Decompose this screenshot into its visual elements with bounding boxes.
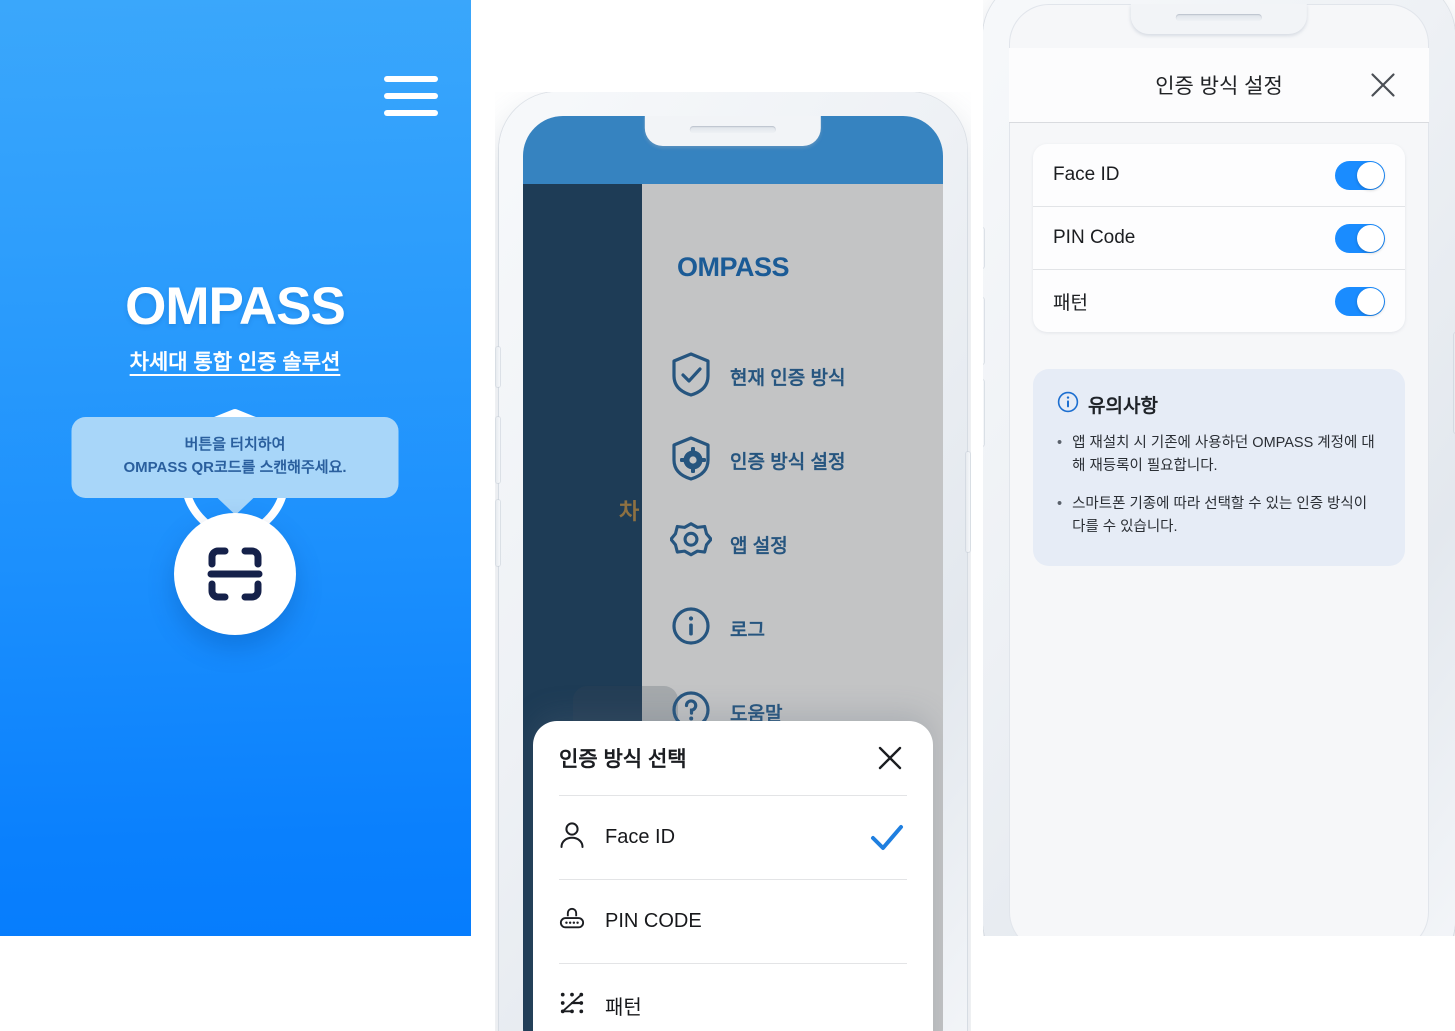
pattern-icon [559, 989, 585, 1022]
page-header: 인증 방식 설정 [1009, 48, 1429, 123]
earpiece-speaker [1175, 14, 1262, 21]
drawer-item-log[interactable]: 로그 [670, 586, 943, 670]
phone-3-notch [1130, 4, 1308, 34]
auth-option-label: Face ID [605, 826, 676, 848]
auth-option-pattern[interactable]: 패턴 [559, 963, 907, 1031]
notice-header: 유의사항 [1057, 391, 1381, 418]
check-icon [867, 818, 907, 858]
hamburger-bar-1 [384, 76, 438, 82]
bottom-sheet-header: 인증 방식 선택 [559, 721, 907, 795]
volume-up-button[interactable] [983, 298, 984, 364]
info-circle-icon [1057, 391, 1079, 418]
toggle-knob [1357, 161, 1384, 189]
scan-hint-line-2: OMPASS QR코드를 스캔해주세요. [123, 458, 347, 476]
drawer-item-label: 현재 인증 방식 [730, 367, 846, 389]
setting-row-pattern[interactable]: 패턴 [1033, 269, 1405, 332]
person-icon [559, 821, 585, 854]
hamburger-bar-3 [384, 110, 438, 116]
drawer-item-label: 앱 설정 [730, 535, 788, 557]
shield-check-icon [670, 351, 712, 402]
toggle-knob [1357, 224, 1384, 252]
close-icon[interactable] [873, 741, 907, 775]
scan-hint-line-1: 버튼을 터치하여 [184, 436, 286, 453]
notice-title: 유의사항 [1088, 396, 1158, 417]
close-icon[interactable] [1363, 65, 1403, 105]
volume-up-button[interactable] [496, 417, 500, 483]
bullet-marker: • [1057, 495, 1063, 512]
auth-option-label: 패턴 [605, 997, 642, 1019]
drawer-logo: OMPASS [677, 252, 790, 282]
mute-switch[interactable] [983, 228, 984, 268]
phone-1-frame: OMPASS 차세대 통합 인증 솔루션 버튼을 터치하여 OMPASS QR코… [0, 0, 471, 936]
check-placeholder [867, 902, 907, 942]
auth-option-label: PIN CODE [605, 910, 702, 932]
drawer-menu-list: 현재 인증 방식 인증 방식 설정 앱 설정 로그 도움말 [669, 334, 943, 754]
page-title: 인증 방식 설정 [1155, 75, 1283, 98]
face-id-toggle[interactable] [1335, 160, 1385, 190]
background-watermark-text: 차 [619, 499, 640, 524]
phone-1-screen: OMPASS 차세대 통합 인증 솔루션 버튼을 터치하여 OMPASS QR코… [0, 0, 471, 936]
phone-2-frame: 차 OMPASS 현재 인증 방식 인증 방식 설정 앱 설정 로그 도움말 인… [495, 92, 971, 1031]
drawer-item-current-auth[interactable]: 현재 인증 방식 [670, 334, 943, 418]
mute-switch[interactable] [496, 347, 500, 387]
setting-row-face-id[interactable]: Face ID [1033, 144, 1405, 206]
bottom-sheet-title: 인증 방식 선택 [559, 748, 687, 771]
info-icon [670, 603, 712, 654]
pattern-toggle[interactable] [1335, 286, 1385, 316]
bullet-marker: • [1057, 435, 1063, 451]
notice-bullet-text: 앱 재설치 시 기존에 사용하던 OMPASS 계정에 대해 재등록이 필요합니… [1072, 435, 1375, 475]
auth-settings-card: Face ID PIN Code 패턴 [1033, 144, 1405, 332]
phone-3-screen: 인증 방식 설정 Face ID PIN Code 패턴 유의사항 • 앱 재설… [1009, 4, 1429, 936]
pin-code-toggle[interactable] [1335, 223, 1385, 253]
setting-label: PIN Code [1053, 227, 1136, 248]
auth-option-pin-code[interactable]: PIN CODE [559, 879, 907, 963]
qr-scan-button[interactable] [174, 513, 296, 635]
auth-method-bottom-sheet: 인증 방식 선택 Face ID PIN CODE 패턴 [533, 721, 933, 1031]
setting-label: Face ID [1053, 164, 1120, 185]
notice-bullet-text: 스마트폰 기종에 따라 선택할 수 있는 인증 방식이 다를 수 있습니다. [1072, 495, 1368, 536]
power-button[interactable] [966, 452, 970, 552]
phone-3-frame: 인증 방식 설정 Face ID PIN Code 패턴 유의사항 • 앱 재설… [983, 0, 1455, 936]
scan-hint-tooltip: 버튼을 터치하여 OMPASS QR코드를 스캔해주세요. [71, 417, 399, 498]
toggle-knob [1357, 287, 1384, 315]
volume-down-button[interactable] [983, 380, 984, 446]
app-title-block: OMPASS 차세대 통합 인증 솔루션 [0, 280, 471, 376]
hamburger-icon[interactable] [384, 76, 438, 116]
auth-option-face-id[interactable]: Face ID [559, 795, 907, 879]
screenshot-canvas: OMPASS 차세대 통합 인증 솔루션 버튼을 터치하여 OMPASS QR코… [0, 0, 1455, 1031]
app-logo-text: OMPASS [125, 277, 346, 336]
volume-down-button[interactable] [496, 500, 500, 566]
drawer-item-auth-settings[interactable]: 인증 방식 설정 [670, 418, 943, 502]
setting-label: 패턴 [1053, 292, 1088, 314]
phone-2-notch [644, 116, 822, 146]
drawer-item-label: 인증 방식 설정 [730, 451, 846, 473]
qr-scan-icon [207, 547, 263, 601]
shield-gear-icon [670, 435, 712, 486]
drawer-item-label: 로그 [730, 619, 765, 641]
notice-bullet: • 앱 재설치 시 기존에 사용하던 OMPASS 계정에 대해 재등록이 필요… [1057, 432, 1381, 479]
drawer-item-app-settings[interactable]: 앱 설정 [669, 502, 943, 586]
pin-keypad-icon [559, 905, 585, 938]
notice-panel: 유의사항 • 앱 재설치 시 기존에 사용하던 OMPASS 계정에 대해 재등… [1033, 369, 1405, 566]
gear-icon [669, 519, 713, 570]
hamburger-bar-2 [384, 93, 438, 99]
setting-row-pin-code[interactable]: PIN Code [1033, 206, 1405, 269]
earpiece-speaker [689, 126, 776, 133]
phone-2-screen: 차 OMPASS 현재 인증 방식 인증 방식 설정 앱 설정 로그 도움말 인… [523, 116, 943, 1031]
app-tagline: 차세대 통합 인증 솔루션 [129, 351, 341, 374]
check-placeholder [867, 986, 907, 1026]
notice-bullet: • 스마트폰 기종에 따라 선택할 수 있는 인증 방식이 다를 수 있습니다. [1057, 493, 1381, 540]
